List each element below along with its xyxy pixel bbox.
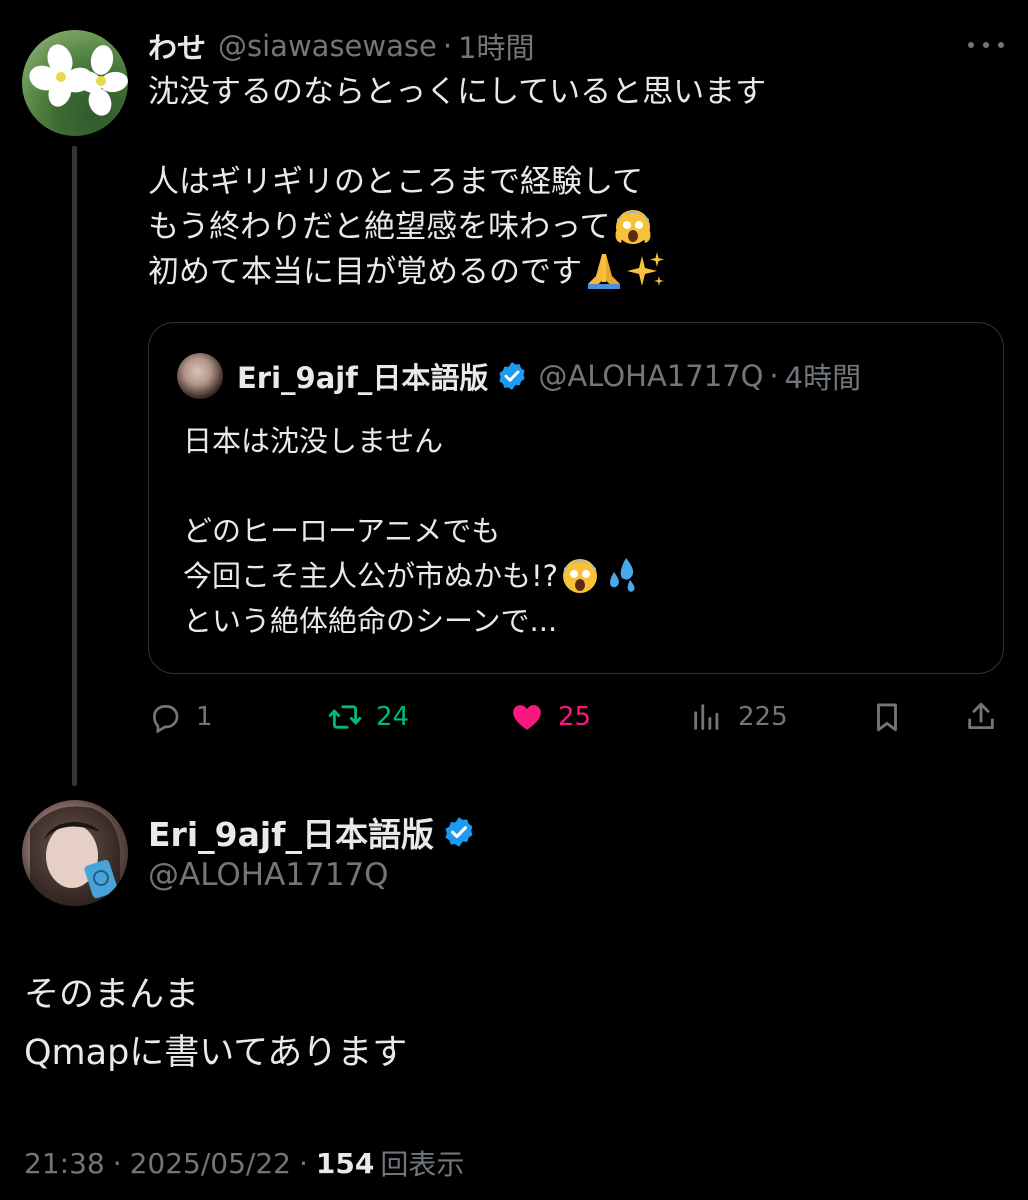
post-time[interactable]: 21:38 <box>24 1147 105 1180</box>
post-date[interactable]: 2025/05/22 <box>130 1147 291 1180</box>
quote-line: という絶体絶命のシーンで... <box>183 604 558 638</box>
separator: · <box>769 359 779 393</box>
display-name[interactable]: Eri_9ajf_日本語版 <box>237 355 488 397</box>
separator: · <box>442 29 453 63</box>
sparkles-icon <box>627 252 664 286</box>
thread-tweet-header: わせ @siawasewase · 1時間 <box>148 24 535 68</box>
thread-connector-line <box>72 146 77 786</box>
separator: · <box>112 1146 122 1180</box>
tweet-line: 初めて本当に目が覚めるのです <box>148 250 988 295</box>
tweet-line <box>148 115 988 160</box>
retweet-count: 24 <box>376 702 410 732</box>
bookmark-icon <box>877 703 897 732</box>
profile-photo-image <box>30 806 121 906</box>
tweet-line: 人はギリギリのところまで経験して <box>148 164 644 200</box>
main-tweet-handle[interactable]: @ALOHA1717Q <box>148 852 389 898</box>
more-options-icon[interactable] <box>968 30 1004 60</box>
reply-count: 1 <box>196 702 213 732</box>
share-button[interactable] <box>964 692 998 742</box>
tweet-line: もう終わりだと絶望感を味わって <box>148 205 988 250</box>
quote-line <box>183 464 983 509</box>
display-name[interactable]: わせ <box>148 25 206 67</box>
main-tweet-meta: 21:38 · 2025/05/22 · 154 回表示 <box>24 1140 464 1186</box>
view-count-label: 回表示 <box>380 1148 465 1181</box>
views-count: 225 <box>738 702 788 732</box>
main-tweet-display-name[interactable]: Eri_9ajf_日本語版 <box>148 808 486 856</box>
display-name[interactable]: Eri_9ajf_日本語版 <box>148 808 434 856</box>
thread-tweet-text: 沈没するのならとっくにしていると思います 人はギリギリのところまで経験して もう… <box>148 70 988 295</box>
timestamp[interactable]: 4時間 <box>785 355 861 397</box>
main-line: Qmapに書いてあります <box>24 1033 408 1073</box>
like-button[interactable]: 25 <box>510 692 591 742</box>
quote-line: 今回こそ主人公が市ぬかも!? <box>183 554 983 599</box>
handle[interactable]: @ALOHA1717Q <box>538 359 763 393</box>
avatar-siawasewase[interactable] <box>22 30 128 136</box>
timestamp[interactable]: 1時間 <box>458 25 534 67</box>
face-screaming-icon <box>615 210 650 244</box>
verified-badge-icon <box>445 817 473 847</box>
face-screaming-icon <box>563 559 598 593</box>
verified-badge-icon <box>499 362 526 390</box>
retweet-button[interactable]: 24 <box>328 692 409 742</box>
separator: · <box>299 1146 308 1180</box>
quoted-tweet-card[interactable]: Eri_9ajf_日本語版 @ALOHA1717Q · 4時間 日本は沈没しませ… <box>148 322 1004 674</box>
view-count[interactable]: 154 <box>316 1147 374 1180</box>
retweet-icon <box>328 705 362 729</box>
like-count: 25 <box>558 702 592 732</box>
sweat-droplets-icon <box>610 558 635 592</box>
quote-line: 日本は沈没しません <box>183 424 444 458</box>
bookmark-button[interactable] <box>870 692 904 742</box>
reply-icon <box>153 705 179 734</box>
heart-filled-icon <box>513 705 541 730</box>
handle[interactable]: @siawasewase <box>218 29 437 63</box>
avatar-aloha1717q[interactable] <box>22 800 128 906</box>
reply-button[interactable]: 1 <box>148 692 213 742</box>
flower-avatar-image <box>29 44 128 116</box>
folded-hands-icon <box>588 254 620 289</box>
quoted-tweet-header: Eri_9ajf_日本語版 @ALOHA1717Q · 4時間 <box>237 353 861 399</box>
avatar-aloha1717q-small[interactable] <box>177 353 223 399</box>
quoted-tweet-text: 日本は沈没しません どのヒーローアニメでも 今回こそ主人公が市ぬかも!? という… <box>183 419 983 644</box>
views-button[interactable]: 225 <box>690 692 788 742</box>
share-icon <box>968 702 994 730</box>
tweet-action-bar: 1 24 25 225 <box>148 692 1008 742</box>
main-tweet-text: そのまんま Qmapに書いてあります <box>24 966 1004 1082</box>
main-line: そのまんま <box>24 975 200 1015</box>
tweet-line: 沈没するのならとっくにしていると思います <box>148 74 767 110</box>
analytics-bars-icon <box>694 704 719 730</box>
quote-line: どのヒーローアニメでも <box>183 514 501 548</box>
